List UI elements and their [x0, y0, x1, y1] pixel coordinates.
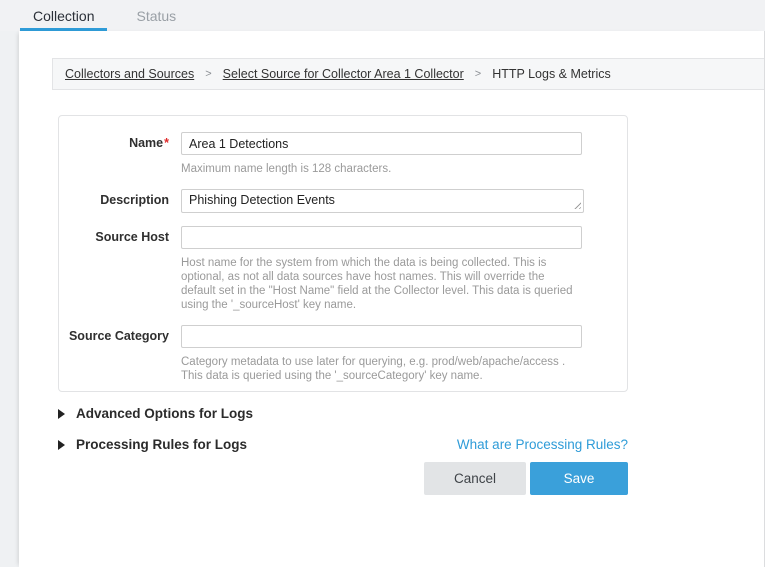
description-field-row: Description Phishing Detection Events — [59, 189, 627, 213]
caret-right-icon — [58, 440, 65, 450]
breadcrumb-separator: > — [205, 68, 211, 80]
description-textarea[interactable]: Phishing Detection Events — [181, 189, 584, 213]
name-label-text: Name — [129, 136, 163, 150]
required-asterisk: * — [164, 136, 169, 150]
tab-status[interactable]: Status — [123, 0, 189, 31]
description-label: Description — [59, 189, 169, 213]
caret-right-icon — [58, 409, 65, 419]
save-button[interactable]: Save — [530, 462, 628, 495]
source-category-label: Source Category — [59, 325, 169, 383]
source-host-label: Source Host — [59, 226, 169, 312]
source-category-field-row: Source Category Category metadata to use… — [59, 325, 627, 383]
source-host-helper-text: Host name for the system from which the … — [181, 256, 581, 312]
breadcrumb-select-source[interactable]: Select Source for Collector Area 1 Colle… — [223, 67, 464, 81]
breadcrumb-current-http-logs-metrics: HTTP Logs & Metrics — [492, 67, 611, 81]
source-config-form: Name* Maximum name length is 128 charact… — [58, 115, 628, 392]
name-label: Name* — [59, 132, 169, 176]
name-helper-text: Maximum name length is 128 characters. — [181, 162, 581, 176]
processing-rules-toggle[interactable]: Processing Rules for Logs — [58, 437, 247, 452]
breadcrumb: Collectors and Sources > Select Source f… — [52, 58, 764, 90]
top-tab-bar: Collection Status — [0, 0, 765, 31]
source-category-input[interactable] — [181, 325, 582, 348]
processing-rules-row: Processing Rules for Logs What are Proce… — [58, 437, 628, 452]
source-host-input[interactable] — [181, 226, 582, 249]
form-actions: Cancel Save — [58, 462, 628, 495]
source-category-helper-text: Category metadata to use later for query… — [181, 355, 581, 383]
source-host-field-row: Source Host Host name for the system fro… — [59, 226, 627, 312]
tab-collection[interactable]: Collection — [20, 0, 107, 31]
advanced-options-label: Advanced Options for Logs — [76, 406, 253, 421]
left-gutter — [0, 0, 19, 567]
what-are-processing-rules-link[interactable]: What are Processing Rules? — [457, 437, 628, 452]
name-field-row: Name* Maximum name length is 128 charact… — [59, 132, 627, 176]
cancel-button[interactable]: Cancel — [424, 462, 526, 495]
advanced-options-row: Advanced Options for Logs — [58, 406, 628, 421]
advanced-options-toggle[interactable]: Advanced Options for Logs — [58, 406, 253, 421]
main-content-panel: Collectors and Sources > Select Source f… — [19, 31, 765, 567]
processing-rules-label: Processing Rules for Logs — [76, 437, 247, 452]
breadcrumb-collectors-and-sources[interactable]: Collectors and Sources — [65, 67, 194, 81]
name-input[interactable] — [181, 132, 582, 155]
breadcrumb-separator: > — [475, 68, 481, 80]
